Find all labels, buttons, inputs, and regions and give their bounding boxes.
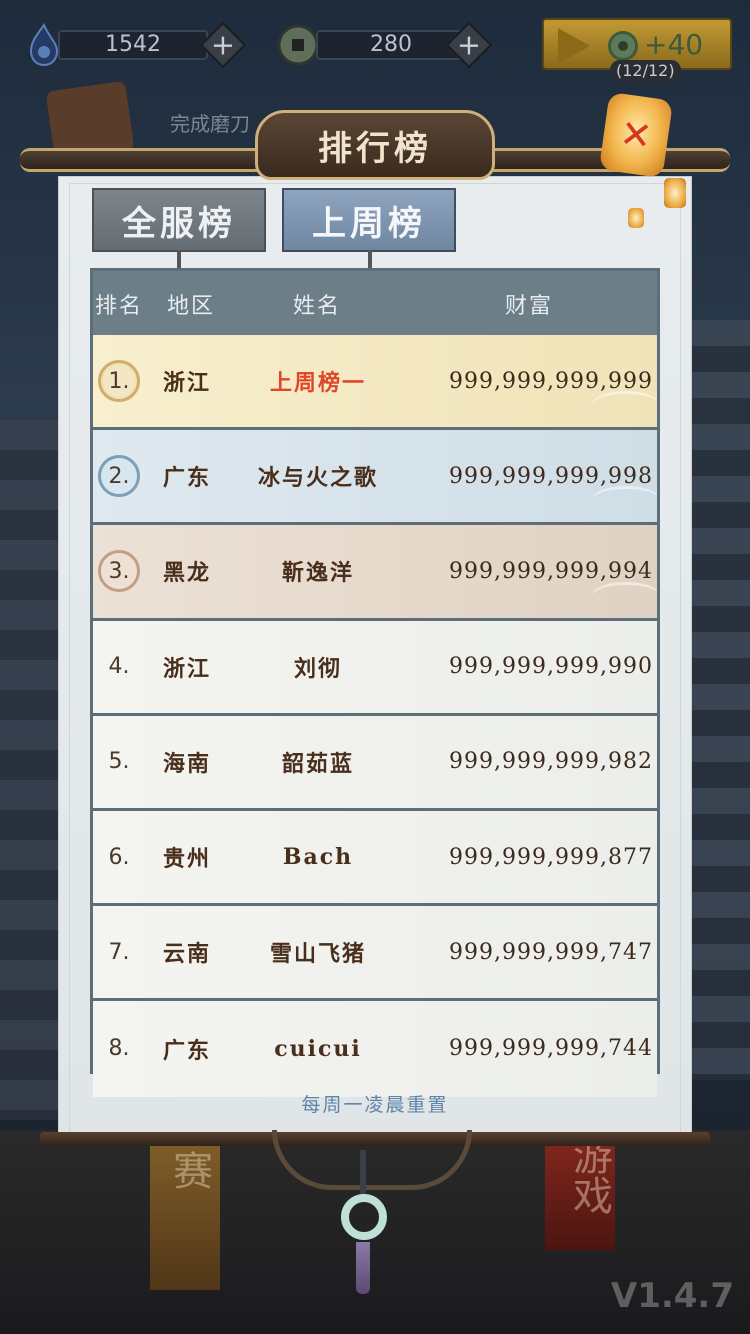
row-name: 韶茹蓝 (281, 750, 354, 777)
table-row[interactable]: 5. 海南 韶茹蓝 999,999,999,982 (93, 715, 657, 811)
leaderboard-title: 排行榜 (318, 128, 432, 169)
table-header: 排名 地区 姓名 财富 (93, 271, 657, 335)
lantern-icon (664, 178, 686, 208)
row-wealth: 999,999,999,990 (449, 654, 653, 680)
row-rank: 4. (108, 654, 130, 680)
row-wealth: 999,999,999,747 (449, 939, 653, 965)
cloud-decoration (591, 391, 657, 421)
leaderboard-title-plate: 排行榜 (255, 110, 495, 180)
coin-value: 280 (316, 30, 466, 60)
row-name: 上周榜一 (269, 370, 366, 397)
tab-last-week-label: 上周榜 (312, 203, 426, 244)
row-name: cuicui (274, 1035, 362, 1062)
video-reward-amount: +40 (644, 28, 704, 61)
add-coins-button[interactable]: + (445, 21, 493, 69)
table-row[interactable]: 2. 广东 冰与火之歌 999,999,999,998 (93, 430, 657, 526)
row-region: 浙江 (163, 655, 212, 682)
column-header-wealth: 财富 (505, 294, 554, 319)
coin-icon (608, 31, 638, 61)
row-name: 靳逸洋 (281, 560, 354, 587)
row-name: 雪山飞猪 (269, 941, 366, 968)
row-rank: 8. (108, 1036, 130, 1062)
column-header-region: 地区 (167, 294, 216, 319)
leaderboard-table[interactable]: 排名 地区 姓名 财富 1. 浙江 上周榜一 999,999,999,999 2… (90, 268, 660, 1097)
coin-icon (276, 22, 320, 68)
row-wealth: 999,999,999,744 (449, 1036, 653, 1062)
table-row[interactable]: 8. 广东 cuicui 999,999,999,744 (93, 1001, 657, 1097)
close-icon: ✕ (617, 110, 655, 160)
table-row[interactable]: 7. 云南 雪山飞猪 999,999,999,747 (93, 906, 657, 1002)
cloud-decoration (591, 581, 657, 612)
row-rank: 7. (108, 939, 130, 965)
rank-medal-silver: 2. (93, 430, 145, 522)
row-region: 广东 (163, 1037, 212, 1064)
lantern-icon (628, 208, 644, 228)
table-row[interactable]: 3. 黑龙 靳逸洋 999,999,999,994 (93, 525, 657, 621)
rank-medal-gold: 1. (93, 335, 145, 427)
table-body: 1. 浙江 上周榜一 999,999,999,999 2. 广东 冰与火之歌 9… (93, 335, 657, 1097)
row-region: 浙江 (163, 370, 212, 397)
row-region: 黑龙 (163, 560, 212, 587)
row-region: 广东 (163, 465, 212, 492)
tab-all-server-label: 全服榜 (122, 203, 236, 244)
tab-last-week[interactable]: 上周榜 (282, 188, 456, 252)
row-wealth: 999,999,999,877 (449, 844, 653, 870)
row-region: 云南 (163, 941, 212, 968)
cloud-decoration (591, 486, 657, 516)
row-rank: 6. (108, 844, 130, 870)
table-row[interactable]: 4. 浙江 刘彻 999,999,999,990 (93, 620, 657, 716)
tassel-icon (356, 1242, 370, 1294)
row-name: Bach (282, 844, 354, 871)
play-icon (558, 28, 590, 64)
pendant-cord (360, 1150, 366, 1198)
pendant-decoration (272, 1130, 472, 1190)
stamina-value: 1542 (58, 30, 208, 60)
background-banner-left-text: 赛 (166, 1150, 212, 1190)
coin-resource: 280 + (276, 21, 496, 69)
jade-ring-icon (341, 1194, 387, 1240)
row-name: 冰与火之歌 (257, 465, 378, 492)
table-row[interactable]: 6. 贵州 Bach 999,999,999,877 (93, 810, 657, 907)
row-name: 刘彻 (293, 655, 342, 682)
column-header-rank: 排名 (95, 294, 144, 319)
column-header-name: 姓名 (293, 294, 342, 319)
rank-medal-bronze: 3. (93, 525, 145, 617)
tab-all-server[interactable]: 全服榜 (92, 188, 266, 252)
version-label: V1.4.7 (610, 1276, 734, 1316)
row-rank: 5. (108, 749, 130, 775)
quest-text: 完成磨刀 (170, 112, 250, 136)
table-row[interactable]: 1. 浙江 上周榜一 999,999,999,999 (93, 335, 657, 431)
row-region: 贵州 (163, 846, 212, 873)
close-button[interactable]: ✕ (598, 91, 674, 179)
row-wealth: 999,999,999,982 (449, 749, 653, 775)
video-reward-count: (12/12) (610, 60, 681, 82)
row-region: 海南 (163, 750, 212, 777)
stamina-resource: 1542 + (22, 21, 247, 69)
weekly-reset-note: 每周一凌晨重置 (301, 1094, 449, 1116)
background-banner-right-text: 游戏 (566, 1135, 612, 1215)
